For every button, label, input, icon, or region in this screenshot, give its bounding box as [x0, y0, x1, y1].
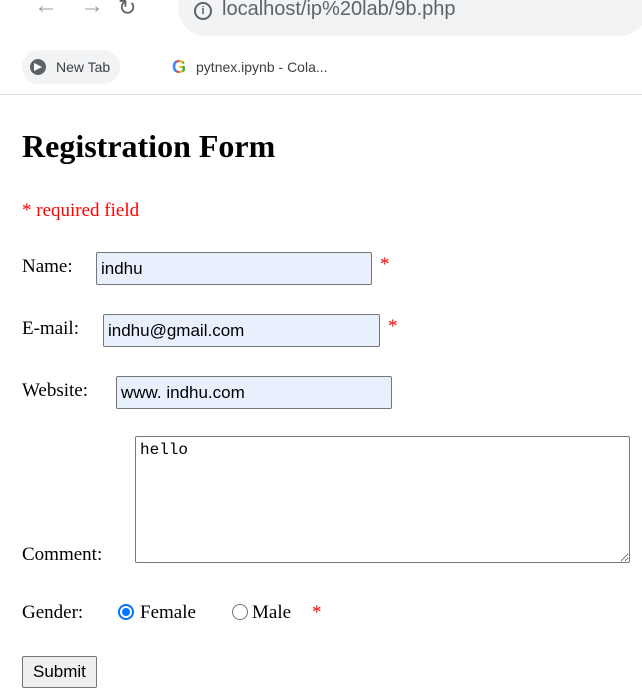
bookmark-label: pytnex.ipynb - Cola...: [196, 59, 328, 75]
reload-icon[interactable]: ↻: [118, 0, 136, 20]
website-label: Website:: [22, 380, 89, 401]
page-title: Registration Form: [22, 128, 276, 164]
website-input[interactable]: [116, 376, 392, 409]
required-star: *: [388, 316, 398, 337]
gender-female-label[interactable]: Female: [140, 602, 196, 624]
name-label: Name:: [22, 256, 73, 277]
email-input[interactable]: [103, 314, 380, 347]
gender-female-radio[interactable]: [118, 604, 134, 620]
required-star: *: [312, 602, 322, 623]
required-note: * required field: [22, 200, 140, 221]
address-bar[interactable]: i localhost/ip%20lab/9b.php: [178, 0, 642, 36]
submit-button[interactable]: Submit: [22, 656, 97, 688]
name-input[interactable]: [96, 252, 372, 285]
gender-male-radio[interactable]: [232, 604, 248, 620]
globe-icon: [30, 59, 46, 75]
bookmark-colab[interactable]: G pytnex.ipynb - Cola...: [162, 50, 338, 84]
required-star: *: [380, 254, 390, 275]
gender-label: Gender:: [22, 602, 84, 623]
forward-arrow-icon[interactable]: →: [80, 0, 104, 18]
info-icon[interactable]: i: [194, 2, 212, 20]
browser-chrome: ← → ↻ i localhost/ip%20lab/9b.php New Ta…: [0, 0, 642, 95]
bookmarks-bar: New Tab G pytnex.ipynb - Cola...: [0, 46, 642, 90]
bookmark-new-tab[interactable]: New Tab: [22, 50, 121, 84]
bookmark-label: New Tab: [56, 59, 111, 75]
comment-label: Comment:: [22, 544, 103, 565]
back-arrow-icon[interactable]: ←: [34, 0, 58, 18]
nav-row: ← → ↻ i localhost/ip%20lab/9b.php: [0, 0, 642, 40]
email-label: E-mail:: [22, 318, 79, 339]
google-icon: G: [172, 56, 187, 77]
address-url[interactable]: localhost/ip%20lab/9b.php: [222, 0, 456, 21]
gender-male-label[interactable]: Male: [252, 602, 291, 624]
comment-textarea[interactable]: hello: [135, 436, 630, 563]
